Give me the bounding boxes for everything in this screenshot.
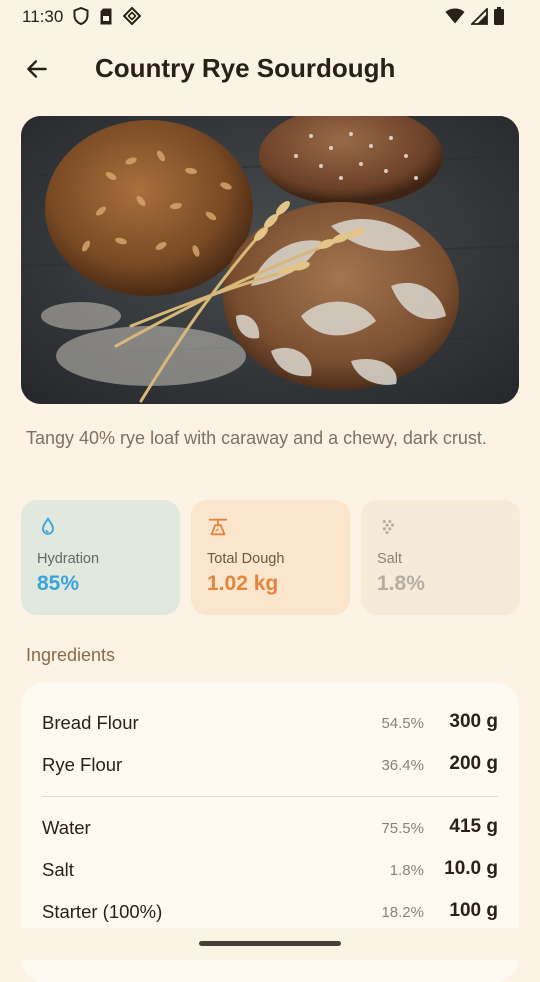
ingredient-weight: 300 g (449, 711, 498, 732)
status-time: 11:30 (22, 7, 64, 26)
total-dough-label: Total Dough (207, 551, 285, 567)
status-bar: 11:30 (0, 0, 540, 32)
ingredients-divider (42, 796, 498, 797)
ingredient-percent: 75.5% (381, 820, 424, 837)
ingredient-weight: 200 g (449, 753, 498, 774)
recipe-description: Tangy 40% rye loaf with caraway and a ch… (26, 428, 487, 448)
ingredient-row-water: Water 75.5% 415 g (21, 816, 519, 847)
ingredient-name: Bread Flour (42, 712, 139, 733)
shield-icon (73, 7, 89, 25)
ingredient-name: Starter (100%) (42, 901, 163, 922)
ingredients-title: Ingredients (26, 645, 116, 665)
signal-icon (471, 7, 488, 25)
salt-card: Salt 1.8% (361, 500, 520, 615)
salt-grains-icon (382, 519, 395, 535)
arrow-left-icon (27, 60, 47, 78)
hero-image (21, 116, 519, 404)
ingredient-row-salt: Salt 1.8% 10.0 g (21, 858, 519, 889)
ingredient-percent: 1.8% (389, 862, 424, 879)
bread-loaves-with-wheat-photo (21, 116, 519, 404)
sim-card-icon (100, 8, 112, 24)
ingredient-name: Rye Flour (42, 754, 123, 775)
ingredient-weight: 100 g (449, 900, 498, 921)
salt-label: Salt (377, 551, 402, 567)
ingredient-row-bread-flour: Bread Flour 54.5% 300 g (21, 711, 519, 742)
ingredient-percent: 18.2% (381, 904, 424, 921)
wifi-icon (445, 8, 465, 24)
battery-icon (494, 7, 504, 25)
app-bar: Country Rye Sourdough (0, 40, 540, 96)
ingredient-percent: 54.5% (381, 715, 424, 732)
scale-icon (208, 518, 228, 536)
status-right-icons (445, 7, 504, 25)
salt-value: 1.8% (377, 572, 425, 595)
ingredient-weight: 10.0 g (444, 858, 498, 879)
total-dough-card: Total Dough 1.02 kg (191, 500, 350, 615)
page-title: Country Rye Sourdough (95, 53, 396, 83)
back-button[interactable] (18, 50, 56, 88)
ingredient-row-rye-flour: Rye Flour 36.4% 200 g (21, 753, 519, 784)
home-indicator[interactable] (199, 941, 341, 946)
hydration-value: 85% (37, 572, 80, 595)
ingredient-name: Salt (42, 859, 74, 880)
hydration-label: Hydration (37, 551, 100, 567)
ingredient-weight: 415 g (449, 816, 498, 837)
ingredient-percent: 36.4% (381, 757, 424, 774)
hydration-card: Hydration 85% (21, 500, 180, 615)
diamond-app-icon (123, 7, 141, 25)
ingredient-name: Water (42, 817, 91, 838)
status-left-icons (73, 7, 141, 25)
water-drop-icon (42, 517, 54, 535)
total-dough-value: 1.02 kg (207, 572, 279, 595)
ingredient-row-starter: Starter (100%) 18.2% 100 g (21, 900, 519, 931)
